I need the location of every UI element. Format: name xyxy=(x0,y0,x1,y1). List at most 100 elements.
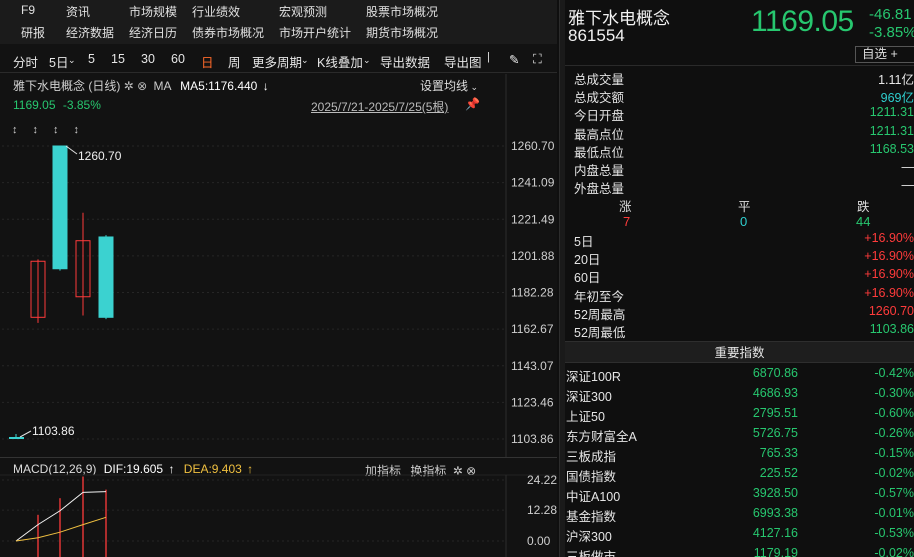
index-row[interactable]: 中证A100 3928.50 -0.57% xyxy=(565,486,914,506)
down-count: 44 xyxy=(856,214,871,229)
index-name: 国债指数 xyxy=(566,470,617,484)
stat-value: 1168.53 xyxy=(869,141,914,156)
chevron-down-icon[interactable]: ⌄ xyxy=(68,55,76,66)
period-label: 5日 xyxy=(574,235,594,249)
index-row[interactable]: 国债指数 225.52 -0.02% xyxy=(565,466,914,486)
index-row[interactable]: 沪深300 4127.16 -0.53% xyxy=(565,526,914,546)
index-change: -0.26% xyxy=(874,426,914,440)
menu-account-stats[interactable]: 市场开户统计 xyxy=(279,24,351,41)
menu-futures-overview[interactable]: 期货市场概况 xyxy=(366,24,438,41)
menu-market-scale[interactable]: 市场规模 xyxy=(129,3,177,20)
export-data-button[interactable]: 导出数据 xyxy=(380,52,430,71)
chevron-down-icon[interactable]: ⌄ xyxy=(301,55,309,66)
fullscreen-icon[interactable]: ⛶ xyxy=(533,52,542,67)
stat-value: 1211.31 xyxy=(869,123,914,138)
stat-label: 总成交量 xyxy=(574,73,625,87)
more-periods-button[interactable]: 更多周期 xyxy=(252,52,302,71)
max-annotation-leader xyxy=(65,145,78,155)
export-image-button[interactable]: 导出图 xyxy=(444,52,482,71)
y-tick-label: 1123.46 xyxy=(511,395,554,409)
menu-research[interactable]: 研报 xyxy=(21,24,45,41)
period-30min[interactable]: 30 xyxy=(141,52,155,66)
index-row[interactable]: 深证100R 6870.86 -0.42% xyxy=(565,366,914,386)
period-value: 1260.70 xyxy=(868,303,914,318)
menu-bond-overview[interactable]: 债券市场概况 xyxy=(192,24,264,41)
stat-value: — xyxy=(901,178,914,193)
menu-f9[interactable]: F9 xyxy=(21,3,35,17)
quote-code: 861554 xyxy=(568,26,625,45)
index-name: 基金指数 xyxy=(566,510,617,524)
add-watchlist-button[interactable]: 自选 + xyxy=(855,46,914,63)
period-weekly[interactable]: 周 xyxy=(228,52,241,71)
index-row[interactable]: 上证50 2795.51 -0.60% xyxy=(565,406,914,426)
period-5day[interactable]: 5日 xyxy=(49,52,68,71)
period-row: 52周最低 1103.86 xyxy=(565,322,914,340)
period-label: 52周最高 xyxy=(574,307,626,322)
period-15min[interactable]: 15 xyxy=(111,52,125,66)
index-name: 三板做市 xyxy=(566,550,617,557)
macd-svg: 24.22 12.28 0.00 xyxy=(0,473,557,557)
y-tick-label: 1221.49 xyxy=(511,212,555,226)
period-row: 5日 +16.90% xyxy=(565,231,914,249)
period-daily[interactable]: 日 xyxy=(201,52,214,71)
menu-industry-performance[interactable]: 行业绩效 xyxy=(192,3,240,20)
period-60min[interactable]: 60 xyxy=(171,52,185,66)
stat-value: 1.11亿 xyxy=(878,73,914,87)
y-tick-label: 1182.28 xyxy=(511,286,554,300)
index-row[interactable]: 东方财富全A 5726.75 -0.26% xyxy=(565,426,914,446)
y-tick-label: 1143.07 xyxy=(511,359,554,373)
index-price: 3928.50 xyxy=(752,486,798,500)
min-annotation-leader xyxy=(19,430,32,438)
stat-row: 总成交量 1.11亿 xyxy=(565,69,914,87)
kline-svg: 1260.70 1241.09 1221.49 1201.88 1182.28 1162.… xyxy=(2,74,555,457)
index-price: 6870.86 xyxy=(752,366,798,380)
quote-price: 1169.05 xyxy=(751,5,854,38)
index-name: 沪深300 xyxy=(566,530,612,544)
pen-draw-icon[interactable]: ✎ xyxy=(509,52,519,67)
y-tick-label: 1241.09 xyxy=(511,176,555,190)
quote-header: 雅下水电概念 861554 1169.05 -46.81 -3.85% 自选 + xyxy=(565,0,914,66)
index-name: 中证A100 xyxy=(566,490,621,504)
breadth-block: 涨 平 跌 7 0 44 xyxy=(565,195,914,233)
period-label: 20日 xyxy=(574,253,601,268)
period-value: +16.90% xyxy=(864,231,914,245)
index-change: -0.57% xyxy=(874,486,914,500)
macd-y-tick: 24.22 xyxy=(527,473,557,487)
period-intraday[interactable]: 分时 xyxy=(13,52,38,71)
index-change: -0.02% xyxy=(874,546,914,557)
index-row[interactable]: 三板做市 1179.19 -0.02% xyxy=(565,546,914,557)
macd-y-tick: 0.00 xyxy=(527,534,551,548)
index-row[interactable]: 深证300 4686.93 -0.30% xyxy=(565,386,914,406)
menu-row-1: F9 资讯 市场规模 行业绩效 宏观预测 股票市场概况 xyxy=(0,3,557,23)
index-price: 225.52 xyxy=(759,466,798,480)
overflow-divider-icon: | xyxy=(487,51,490,63)
menu-economic-calendar[interactable]: 经济日历 xyxy=(129,24,177,41)
quote-pct: -3.85% xyxy=(869,24,914,41)
stat-row: 最低点位 1168.53 xyxy=(565,142,914,160)
period-value: 1103.86 xyxy=(869,322,914,336)
index-row[interactable]: 基金指数 6993.38 -0.01% xyxy=(565,506,914,526)
chart-panel: F9 资讯 市场规模 行业绩效 宏观预测 股票市场概况 研报 经济数据 经济日历… xyxy=(0,0,557,557)
kline-overlay-button[interactable]: K线叠加 xyxy=(317,52,363,71)
kline-chart-area[interactable]: 雅下水电概念 (日线) ✲ ⊗ MA MA5:1176.440 ↓ 设置均线 ⌄… xyxy=(0,74,557,457)
stat-row: 今日开盘 1211.31 xyxy=(565,105,914,123)
index-row[interactable]: 三板成指 765.33 -0.15% xyxy=(565,446,914,466)
y-tick-label: 1201.88 xyxy=(511,249,555,263)
index-price: 5726.75 xyxy=(752,426,798,440)
stat-value: 969亿 xyxy=(880,91,914,106)
menu-news[interactable]: 资讯 xyxy=(66,3,90,20)
flat-label: 平 xyxy=(738,200,751,214)
chevron-down-icon[interactable]: ⌄ xyxy=(363,55,371,66)
flat-count: 0 xyxy=(740,214,748,229)
y-tick-label: 1260.70 xyxy=(511,139,555,153)
index-change: -0.15% xyxy=(874,446,914,460)
period-5min[interactable]: 5 xyxy=(88,52,95,66)
menu-bar: F9 资讯 市场规模 行业绩效 宏观预测 股票市场概况 研报 经济数据 经济日历… xyxy=(0,0,557,44)
menu-stock-market-overview[interactable]: 股票市场概况 xyxy=(366,3,438,20)
stat-value: 1211.31 xyxy=(869,105,914,120)
index-change: -0.30% xyxy=(874,386,914,400)
menu-economic-data[interactable]: 经济数据 xyxy=(66,24,114,41)
period-row: 20日 +16.90% xyxy=(565,249,914,267)
indices-title: 重要指数 xyxy=(565,341,914,363)
menu-macro-forecast[interactable]: 宏观预测 xyxy=(279,3,327,20)
